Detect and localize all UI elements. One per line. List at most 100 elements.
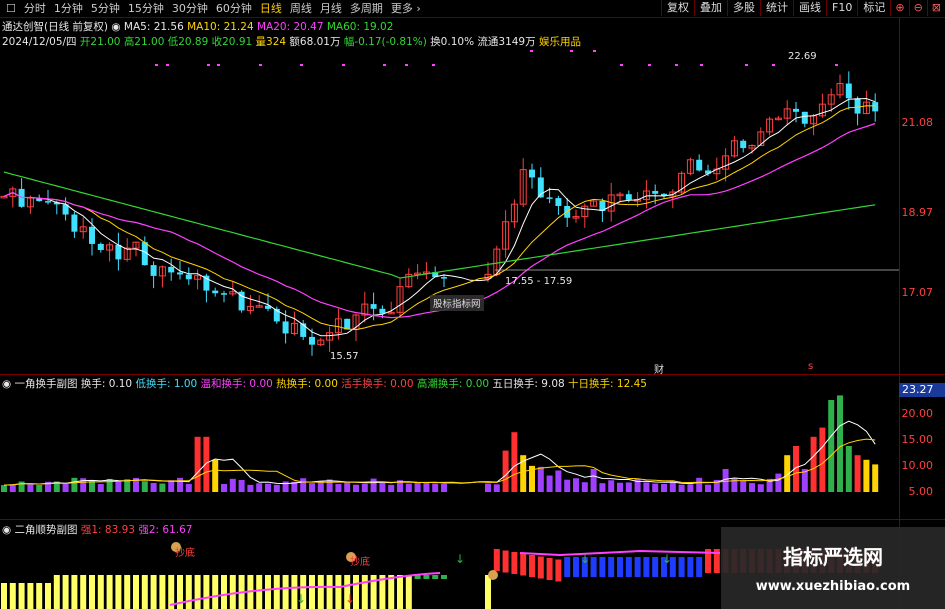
trend-bar	[221, 575, 227, 609]
turnover-bar	[625, 482, 632, 492]
period-tab[interactable]: 1分钟	[50, 1, 87, 16]
candlestick-chart[interactable]	[0, 46, 899, 374]
period-tab[interactable]: 周线	[286, 1, 316, 16]
turnover-bar	[845, 446, 852, 492]
turnover-bar	[590, 469, 597, 492]
turnover-bar	[256, 483, 263, 492]
s-marker[interactable]: s	[808, 361, 813, 372]
turnover-bar	[353, 484, 359, 492]
sub1-settings-icon[interactable]: ◉	[2, 378, 11, 390]
signal-dot	[207, 64, 210, 66]
trend-bar	[502, 550, 509, 573]
candle-body	[854, 98, 861, 114]
trend-bar	[203, 575, 210, 609]
toolbar-button[interactable]: 统计	[760, 0, 793, 16]
watermark: 指标严选网 www.xuezhibiao.com	[721, 527, 945, 609]
signal-dot	[570, 50, 573, 52]
turnover-bar	[212, 459, 219, 492]
turnover-bar	[238, 480, 245, 492]
signal-arrow-icon: ↓	[662, 552, 672, 566]
trend-bar	[194, 575, 201, 609]
range-annotation: 17.55 - 17.59	[505, 276, 573, 287]
panel-separator	[0, 374, 945, 375]
toolbar-button[interactable]: 多股	[727, 0, 760, 16]
candle-body	[793, 108, 799, 112]
watermark-title: 指标严选网	[783, 545, 883, 569]
trend-bar	[405, 575, 412, 609]
stock-name: 通达创智(日线 前复权)	[2, 21, 109, 33]
low-annotation: 15.57	[330, 351, 359, 362]
toolbar-button[interactable]: F10	[826, 0, 857, 16]
bottom-signal-label: 抄底	[350, 557, 370, 568]
period-tab[interactable]: 月线	[316, 1, 346, 16]
trend-bar	[229, 575, 236, 609]
toolbar-button[interactable]: 复权	[661, 0, 694, 16]
sub1-axis-label: 10.00	[901, 459, 934, 472]
turnover-chart[interactable]	[0, 392, 899, 519]
turnover-bar	[581, 482, 588, 492]
turnover-bar	[273, 484, 280, 492]
signal-dot	[432, 64, 435, 66]
turnover-bar	[423, 482, 430, 492]
candle-body	[344, 318, 351, 330]
settings-icon[interactable]: ◉	[111, 21, 120, 33]
turnover-bar	[1, 485, 7, 492]
candle-body	[168, 266, 175, 273]
turnover-bar	[573, 478, 579, 492]
trend-bar	[388, 575, 395, 609]
toolbar-button[interactable]: 标记	[857, 0, 890, 16]
trend-bar	[71, 575, 78, 609]
period-tab[interactable]: 15分钟	[124, 1, 168, 16]
turnover-bar	[757, 484, 764, 492]
turnover-bar	[71, 477, 78, 492]
close-icon[interactable]: ⊠	[926, 0, 945, 16]
signal-dot	[383, 64, 386, 66]
period-tab[interactable]: 分时	[20, 1, 50, 16]
trend-bar	[361, 575, 368, 609]
signal-dot	[648, 64, 651, 66]
sub1-axis-label: 20.00	[901, 407, 934, 420]
period-tab[interactable]: 5分钟	[87, 1, 124, 16]
period-tab[interactable]: 60分钟	[212, 1, 256, 16]
trend-bar	[212, 575, 219, 609]
sub1-indicator-value: 高潮换手: 0.00	[413, 378, 490, 390]
turnover-bar	[863, 459, 870, 492]
minimize-icon[interactable]: ⊖	[908, 0, 927, 16]
turnover-bar	[608, 480, 615, 492]
price-axis-divider	[899, 17, 900, 609]
period-tabs: ☐ 分时 1分钟 5分钟 15分钟 30分钟 60分钟 日线 周线 月线 多周期 更多 ›	[2, 1, 425, 16]
candle-body	[801, 111, 808, 124]
turnover-bar	[599, 483, 606, 492]
period-tab[interactable]: 日线	[256, 1, 286, 16]
turnover-bar	[89, 480, 95, 492]
toolbar-button[interactable]: 画线	[793, 0, 826, 16]
turnover-bar	[309, 483, 315, 492]
trend-bar	[326, 575, 333, 609]
toolbar-button[interactable]: 叠加	[694, 0, 727, 16]
period-tab[interactable]: 更多 ›	[387, 1, 425, 16]
high-annotation: 22.69	[788, 51, 817, 62]
turnover-bar	[643, 482, 650, 492]
turnover-bar	[361, 483, 368, 492]
bottom-signal-label: 抄底	[175, 548, 195, 559]
candle-body	[872, 102, 879, 112]
period-tab[interactable]: 30分钟	[168, 1, 212, 16]
signal-dot	[300, 64, 303, 66]
trend-bar	[317, 575, 324, 609]
trend-bar	[546, 558, 553, 580]
turnover-bar	[159, 483, 166, 492]
signal-dot	[675, 64, 678, 66]
chart-menu-icon[interactable]: ☐	[2, 1, 20, 16]
trend-bar	[141, 575, 148, 609]
turnover-bar	[317, 481, 324, 492]
candle-body	[625, 194, 632, 200]
turnover-bar	[432, 483, 439, 492]
turnover-bar	[141, 481, 148, 492]
sub1-title: 一角换手副图	[14, 378, 78, 390]
signal-arrow-icon: ↓	[296, 592, 306, 606]
period-tab[interactable]: 多周期	[346, 1, 387, 16]
turnover-bar	[669, 481, 676, 492]
turnover-bar	[546, 475, 553, 492]
trend-bar	[493, 549, 500, 571]
add-icon[interactable]: ⊕	[890, 0, 908, 16]
